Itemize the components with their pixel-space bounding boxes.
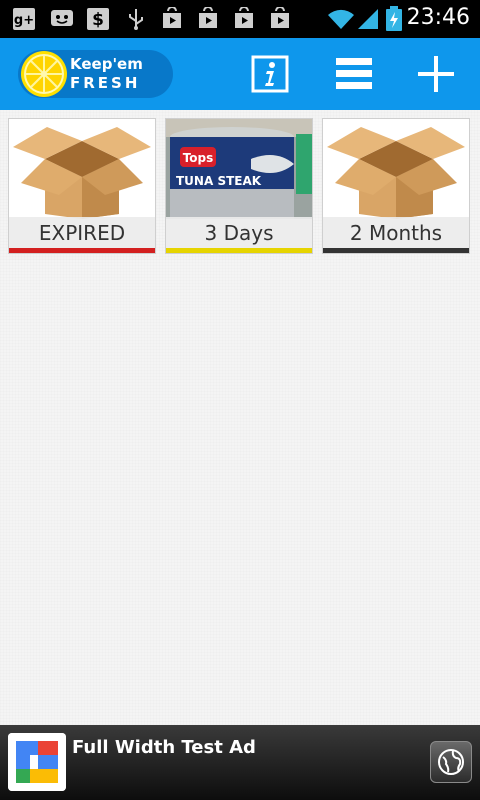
svg-text:Tops: Tops [183,151,214,165]
battery-charging-icon [382,6,406,31]
info-button[interactable] [250,54,290,94]
dollar-icon: $ [86,7,110,31]
status-bar-dark [323,248,469,253]
ad-title: Full Width Test Ad [72,737,256,758]
status-bar: g+ $ 23:46 [0,0,480,38]
item-label: 2 Months [323,217,469,249]
status-bar-yellow [166,248,312,253]
signal-icon [356,7,380,31]
svg-text:$: $ [92,10,104,30]
cardboard-box-image [323,119,469,219]
play-store-icon [196,7,220,31]
play-store-icon [268,7,292,31]
play-store-icon [232,7,256,31]
action-bar: Keep'em FRESH [0,38,480,110]
item-tile-2-months[interactable]: 2 Months [322,118,470,254]
wifi-icon [326,7,356,31]
item-label: EXPIRED [9,217,155,249]
messenger-icon [50,7,74,31]
clock: 23:46 [406,5,470,30]
item-label: 3 Days [166,217,312,249]
cardboard-box-image [9,119,155,219]
info-icon [251,55,289,93]
status-bar-red [9,248,155,253]
lemon-icon [21,51,67,97]
play-store-icon [160,7,184,31]
add-icon [418,56,454,92]
ad-banner[interactable]: Full Width Test Ad [0,725,480,800]
add-button[interactable] [416,54,456,94]
globe-icon [438,749,464,775]
svg-text:g+: g+ [14,13,34,28]
logo-text-top: Keep'em [70,55,143,73]
app-logo[interactable]: Keep'em FRESH [18,50,173,98]
tuna-can-photo: Tops TUNA STEAK [166,119,312,219]
ad-open-button[interactable] [430,741,472,783]
item-tile-expired[interactable]: EXPIRED [8,118,156,254]
google-plus-icon: g+ [12,7,36,31]
google-icon [8,733,66,791]
items-grid: EXPIRED Tops TUNA STEAK 3 Days 2 Months [0,110,480,725]
svg-text:TUNA STEAK: TUNA STEAK [176,174,262,188]
list-button[interactable] [334,54,374,94]
logo-text-bottom: FRESH [70,74,141,92]
item-tile-3-days[interactable]: Tops TUNA STEAK 3 Days [165,118,313,254]
usb-icon [124,7,148,31]
list-icon [336,58,372,89]
